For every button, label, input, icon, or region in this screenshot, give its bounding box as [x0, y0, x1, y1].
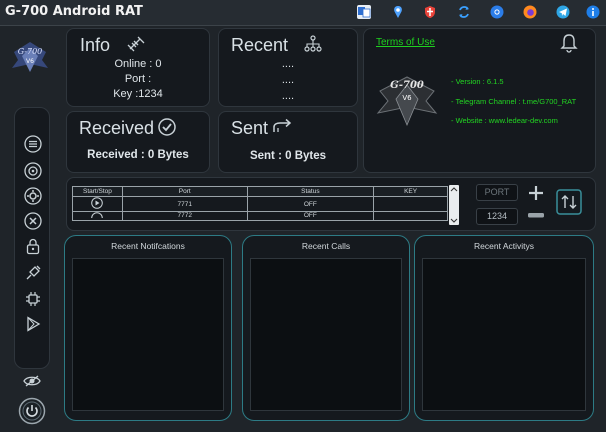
recent-activity-title: Recent Activitys — [474, 241, 534, 251]
recent-panel: Recent .... .... .... — [218, 28, 358, 107]
title-bar: G-700 Android RAT — [0, 0, 606, 26]
transfer-button[interactable] — [556, 189, 582, 215]
check-circle-icon — [158, 118, 176, 136]
add-port-button[interactable] — [527, 184, 545, 202]
side-navigation — [14, 107, 50, 369]
target-icon[interactable] — [24, 162, 42, 180]
sent-bytes: Sent : 0 Bytes — [249, 150, 327, 162]
about-panel: Terms of Use G-700 V6 - Version : 6.1.5 … — [363, 28, 596, 173]
recent-line: .... — [281, 90, 295, 102]
close-icon[interactable] — [24, 212, 42, 230]
refresh-icon[interactable] — [457, 5, 471, 19]
svg-text:G-700: G-700 — [390, 80, 424, 91]
start-stop-button[interactable] — [91, 197, 104, 209]
status-cell: OFF — [246, 196, 375, 212]
menu-icon[interactable] — [24, 135, 42, 153]
info-icon[interactable] — [586, 5, 600, 19]
settings-icon[interactable] — [24, 187, 42, 205]
translate-icon[interactable] — [357, 5, 371, 19]
ports-table: Start/Stop Port Status KEY 7771 OFF 7772… — [72, 186, 448, 221]
syringe-icon[interactable] — [24, 264, 42, 282]
satellite-icon — [127, 36, 145, 52]
recent-line: .... — [281, 74, 295, 86]
sent-title: Sent — [231, 118, 269, 138]
telegram-icon[interactable] — [556, 5, 570, 19]
recent-notifications-title: Recent Notifcations — [111, 241, 185, 251]
table-row[interactable]: 7772 OFF — [72, 211, 448, 221]
play-store-icon[interactable] — [24, 315, 42, 333]
notifications-list[interactable] — [72, 258, 224, 411]
eye-icon[interactable] — [23, 374, 41, 388]
key-cell — [373, 211, 448, 221]
app-title: G-700 Android RAT — [5, 4, 143, 19]
received-panel: Received Received : 0 Bytes — [66, 111, 210, 173]
map-pin-icon[interactable] — [391, 5, 405, 19]
column-header: Port — [121, 186, 248, 197]
table-scrollbar[interactable] — [449, 185, 459, 225]
website-text: - Website : www.ledear-dev.com — [451, 116, 558, 125]
version-text: - Version : 6.1.5 — [451, 77, 504, 86]
share-arrow-icon — [273, 118, 292, 132]
column-header: Start/Stop — [72, 186, 123, 197]
table-row[interactable]: 7771 OFF — [72, 196, 448, 212]
start-stop-button[interactable] — [91, 212, 104, 219]
column-header: KEY — [373, 186, 448, 197]
info-key: Key :1234 — [113, 88, 163, 100]
calls-list[interactable] — [250, 258, 402, 411]
recent-title: Recent — [231, 35, 289, 55]
svg-text:G-700: G-700 — [18, 47, 43, 56]
activity-list[interactable] — [422, 258, 586, 411]
network-icon — [304, 35, 322, 52]
sent-panel: Sent Sent : 0 Bytes — [218, 111, 358, 173]
key-cell — [373, 196, 448, 212]
lock-icon[interactable] — [24, 237, 42, 255]
info-online: Online : 0 — [114, 58, 162, 70]
info-title: Info — [80, 35, 111, 55]
port-cell: 7771 — [121, 196, 248, 212]
column-header: Status — [246, 186, 375, 197]
firefox-icon[interactable] — [523, 5, 537, 19]
recent-calls-title: Recent Calls — [301, 241, 351, 251]
terms-of-use-link[interactable]: Terms of Use — [376, 37, 435, 48]
recent-calls-panel: Recent Calls — [242, 235, 410, 421]
info-panel: Info Online : 0 Port : Key :1234 — [66, 28, 210, 107]
g700-logo: G-700 V6 — [376, 76, 438, 127]
power-button[interactable] — [18, 397, 46, 425]
received-bytes: Received : 0 Bytes — [87, 149, 189, 161]
received-title: Received — [79, 118, 155, 138]
port-input[interactable]: PORT — [476, 184, 518, 201]
svg-text:V6: V6 — [26, 58, 34, 65]
port-cell: 7772 — [121, 211, 248, 221]
status-cell: OFF — [246, 211, 375, 221]
recent-notifications-panel: Recent Notifcations — [64, 235, 232, 421]
chip-icon[interactable] — [24, 290, 42, 308]
scroll-arrows-icon — [450, 187, 458, 223]
remove-port-button[interactable] — [527, 210, 545, 220]
info-port: Port : — [124, 73, 152, 85]
key-input[interactable]: 1234 — [476, 208, 518, 225]
chrome-icon[interactable] — [490, 5, 504, 19]
recent-activity-panel: Recent Activitys — [414, 235, 594, 421]
app-logo: G-700 V6 — [12, 42, 48, 72]
svg-text:V6: V6 — [402, 94, 412, 102]
shield-icon[interactable] — [423, 5, 437, 19]
bell-icon[interactable] — [560, 33, 578, 53]
recent-line: .... — [281, 58, 295, 70]
telegram-channel-text: - Telegram Channel : t.me/G700_RAT — [451, 97, 577, 106]
